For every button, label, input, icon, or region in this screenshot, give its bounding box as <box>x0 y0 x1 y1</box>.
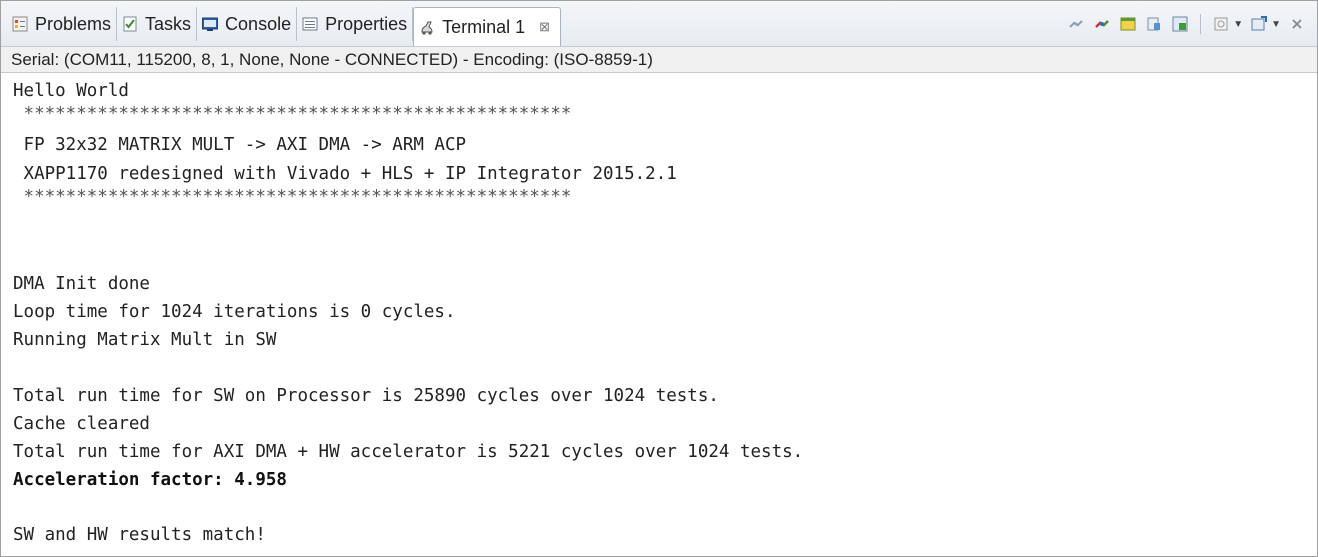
tab-label: Properties <box>325 13 408 34</box>
connect-icon[interactable] <box>1066 14 1086 34</box>
acceleration-factor-line: Acceleration factor: 4.958 <box>13 470 287 490</box>
output-line: Cache cleared <box>13 414 150 434</box>
tasks-icon <box>121 15 139 33</box>
output-line: SW and HW results match! <box>13 525 266 545</box>
terminal-view: Problems Tasks Console Properties Termin… <box>0 0 1318 557</box>
tab-problems[interactable]: Problems <box>7 7 118 41</box>
clear-console-icon[interactable] <box>1170 14 1190 34</box>
output-line: XAPP1170 redesigned with Vivado + HLS + … <box>13 164 677 184</box>
properties-icon <box>301 15 319 33</box>
settings-icon[interactable] <box>1118 14 1138 34</box>
view-tab-bar: Problems Tasks Console Properties Termin… <box>1 1 1317 47</box>
tab-label: Problems <box>35 13 112 34</box>
tab-label: Console <box>225 13 292 34</box>
close-tab-icon[interactable]: ⊠ <box>539 19 550 35</box>
tab-console[interactable]: Console <box>197 7 298 41</box>
output-line: Running Matrix Mult in SW <box>13 330 277 350</box>
terminal-output[interactable]: Hello World ****************************… <box>13 79 1303 549</box>
tab-terminal-1[interactable]: Terminal 1 ⊠ <box>413 7 562 46</box>
connection-status: Serial: (COM11, 115200, 8, 1, None, None… <box>1 47 1317 73</box>
chevron-down-icon[interactable]: ▼ <box>1271 19 1281 30</box>
problems-icon <box>11 15 29 33</box>
output-line: ****************************************… <box>13 187 572 207</box>
output-line: Loop time for 1024 iterations is 0 cycle… <box>13 302 456 322</box>
tab-label: Terminal 1 <box>442 16 526 37</box>
new-terminal-icon[interactable] <box>1211 14 1231 34</box>
chevron-down-icon[interactable]: ▼ <box>1233 19 1243 30</box>
tab-properties[interactable]: Properties <box>297 7 414 41</box>
output-line: DMA Init done <box>13 274 150 294</box>
disconnect-icon[interactable] <box>1092 14 1112 34</box>
view-toolbar: ▼ ▼ <box>1066 11 1307 37</box>
output-line: Total run time for SW on Processor is 25… <box>13 386 719 406</box>
toolbar-separator <box>1200 14 1202 34</box>
terminal-icon <box>418 18 436 36</box>
output-line: FP 32x32 MATRIX MULT -> AXI DMA -> ARM A… <box>13 135 467 155</box>
tab-tasks[interactable]: Tasks <box>117 7 198 41</box>
scroll-lock-icon[interactable] <box>1144 14 1164 34</box>
output-line: Hello World <box>13 81 129 101</box>
tab-label: Tasks <box>145 13 192 34</box>
display-selected-icon[interactable] <box>1249 14 1269 34</box>
console-icon <box>201 15 219 33</box>
output-line: ****************************************… <box>13 104 572 124</box>
close-icon[interactable] <box>1287 14 1307 34</box>
output-line: Total run time for AXI DMA + HW accelera… <box>13 442 804 462</box>
